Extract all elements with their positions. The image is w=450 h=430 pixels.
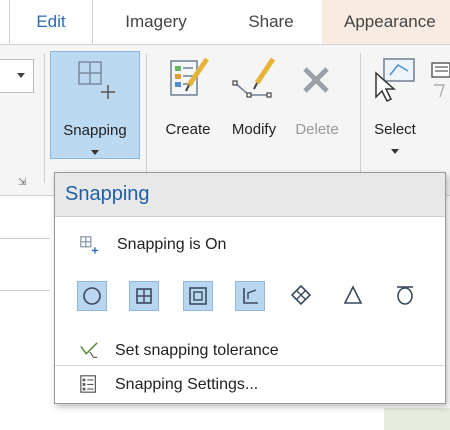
create-button[interactable]: Create	[156, 51, 220, 163]
create-features-icon	[170, 57, 210, 96]
menu-header: Snapping	[55, 173, 445, 217]
delete-button[interactable]: Delete	[286, 51, 348, 163]
ribbon-separator	[360, 53, 361, 183]
midpoint-snap-icon	[343, 285, 363, 304]
snapping-button[interactable]: Snapping	[50, 51, 140, 159]
snapping-icon	[78, 61, 115, 99]
map-preview	[384, 408, 450, 430]
delete-button-label: Delete	[295, 121, 339, 138]
endpoint-snap-toggle[interactable]	[129, 281, 159, 311]
ribbon-separator	[44, 53, 45, 183]
snapping-toggle-item[interactable]: Snapping is On	[55, 227, 445, 263]
chevron-down-icon	[17, 73, 25, 78]
map-area	[0, 404, 450, 430]
snapping-tolerance-label: Set snapping tolerance	[115, 342, 279, 359]
snapping-dropdown-menu: Snapping Snapping is On Set snapping tol…	[54, 172, 446, 404]
tolerance-icon	[80, 342, 98, 358]
settings-list-icon	[80, 375, 96, 393]
attribute-table-icon	[431, 62, 450, 98]
edge-snap-icon	[243, 288, 258, 304]
select-button[interactable]: Select	[370, 51, 420, 163]
snapping-icon	[80, 236, 99, 254]
modify-button-label: Modify	[231, 121, 277, 138]
edge-snap-toggle[interactable]	[235, 281, 265, 311]
create-button-label: Create	[165, 121, 211, 138]
point-snap-icon	[83, 287, 101, 305]
tab-imagery[interactable]: Imagery	[103, 0, 209, 44]
snapping-settings-item[interactable]: Snapping Settings...	[55, 365, 445, 403]
modify-button[interactable]: Modify	[222, 51, 286, 163]
group-launcher-icon[interactable]: ⇲	[18, 177, 30, 189]
chevron-down-icon	[91, 150, 99, 155]
tangent-snap-icon	[397, 286, 413, 305]
pane-divider	[0, 238, 50, 239]
modify-features-icon	[232, 57, 276, 98]
pane-divider	[0, 290, 50, 291]
endpoint-snap-icon	[136, 288, 152, 304]
snapping-tolerance-item[interactable]: Set snapping tolerance	[55, 333, 445, 369]
intersection-snap-icon	[290, 284, 312, 306]
ribbon-tab-strip: Edit Imagery Share Appearance	[0, 0, 450, 44]
chevron-down-icon	[391, 149, 399, 154]
select-button-label: Select	[374, 121, 416, 138]
ribbon-separator	[146, 53, 147, 183]
tangent-snap-toggle[interactable]	[391, 281, 421, 311]
tab-edit[interactable]: Edit	[9, 0, 93, 44]
tab-share[interactable]: Share	[222, 0, 320, 44]
snapping-settings-label: Snapping Settings...	[115, 376, 259, 393]
clipboard-dropdown[interactable]	[0, 59, 34, 93]
attributes-button[interactable]	[430, 51, 450, 163]
delete-x-icon	[303, 67, 329, 93]
intersection-snap-toggle[interactable]	[287, 281, 317, 311]
snapping-button-label: Snapping	[63, 122, 127, 139]
point-snap-toggle[interactable]	[77, 281, 107, 311]
select-cursor-icon	[375, 58, 415, 103]
snapping-toggle-label: Snapping is On	[117, 236, 227, 253]
vertex-snap-toggle[interactable]	[183, 281, 213, 311]
midpoint-snap-toggle[interactable]	[339, 281, 369, 311]
vertex-snap-icon	[189, 287, 207, 305]
tab-appearance[interactable]: Appearance	[322, 0, 450, 44]
menu-title: Snapping	[65, 183, 150, 205]
